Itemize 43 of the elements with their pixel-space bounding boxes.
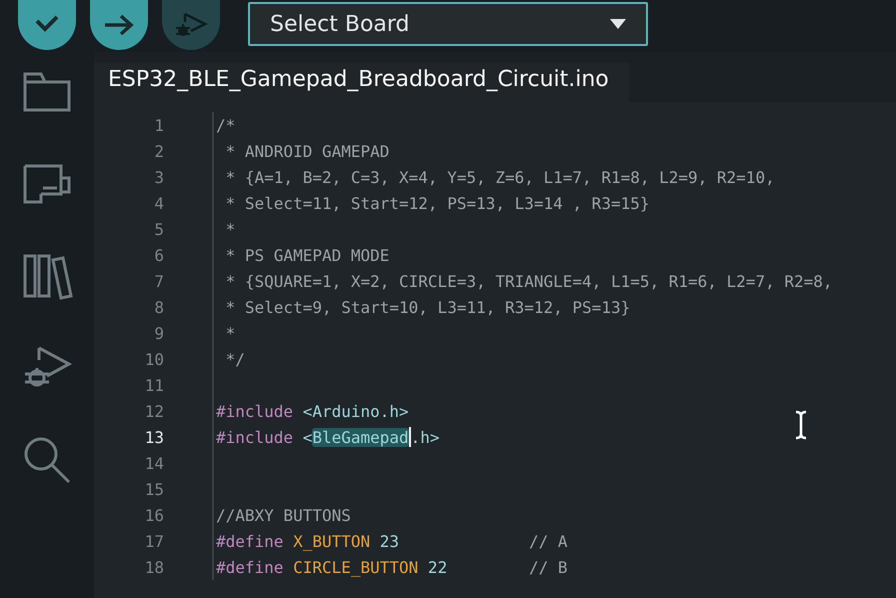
code-line: */ bbox=[212, 346, 245, 372]
text-cursor-icon bbox=[794, 410, 808, 440]
code-line: * bbox=[212, 320, 236, 346]
code-comment: // A bbox=[529, 532, 568, 550]
verify-button[interactable] bbox=[18, 0, 76, 50]
line-number: 1 bbox=[153, 116, 165, 134]
code-line: * Select=9, Start=10, L3=11, R3=12, PS=13} bbox=[212, 294, 630, 320]
code-line: * PS GAMEPAD MODE bbox=[212, 242, 390, 268]
line-number: 15 bbox=[144, 480, 165, 498]
line-number: 14 bbox=[144, 454, 165, 472]
line-number: 18 bbox=[144, 558, 165, 576]
caret-down-icon bbox=[610, 19, 626, 29]
line-number: 12 bbox=[144, 402, 165, 420]
code-line: //ABXY BUTTONS bbox=[212, 502, 351, 528]
line-number: 11 bbox=[144, 376, 165, 394]
line-number: 7 bbox=[153, 272, 165, 290]
code-line: /* bbox=[212, 112, 236, 138]
line-number: 6 bbox=[153, 246, 165, 264]
code-line: * {SQUARE=1, X=2, CIRCLE=3, TRIANGLE=4, L1=5, R1=6, L2=7, R2=8, bbox=[212, 268, 832, 294]
code-line: #define CIRCLE_BUTTON 22 bbox=[212, 554, 448, 580]
line-number: 10 bbox=[144, 350, 165, 368]
line-number: 8 bbox=[153, 298, 165, 316]
code-line: * {A=1, B=2, C=3, X=4, Y=5, Z=6, L1=7, R1=8, L2=9, R2=10, bbox=[212, 164, 775, 190]
line-number: 5 bbox=[153, 220, 165, 238]
line-number: 3 bbox=[153, 168, 165, 186]
upload-button[interactable] bbox=[90, 0, 148, 50]
code-line: #define X_BUTTON 23 bbox=[212, 528, 400, 554]
code-line: * ANDROID GAMEPAD bbox=[212, 138, 390, 164]
file-tab[interactable]: ESP32_BLE_Gamepad_Breadboard_Circuit.ino bbox=[94, 63, 629, 102]
arrow-right-icon bbox=[102, 13, 136, 37]
line-number: 13 bbox=[144, 428, 165, 446]
text-caret bbox=[408, 427, 411, 447]
code-line: * Select=11, Start=12, PS=13, L3=14 , R3=15} bbox=[212, 190, 650, 216]
line-number: 16 bbox=[144, 506, 165, 524]
code-line: #include <BleGamepad.h> bbox=[212, 424, 440, 450]
line-number: 17 bbox=[144, 532, 165, 550]
code-comment: // B bbox=[529, 558, 568, 576]
board-selector[interactable]: Select Board bbox=[248, 2, 648, 46]
line-number: 9 bbox=[153, 324, 165, 342]
line-number: 2 bbox=[153, 142, 165, 160]
code-line: * bbox=[212, 216, 236, 242]
line-number: 4 bbox=[153, 194, 165, 212]
code-line: #include <Arduino.h> bbox=[212, 398, 409, 424]
